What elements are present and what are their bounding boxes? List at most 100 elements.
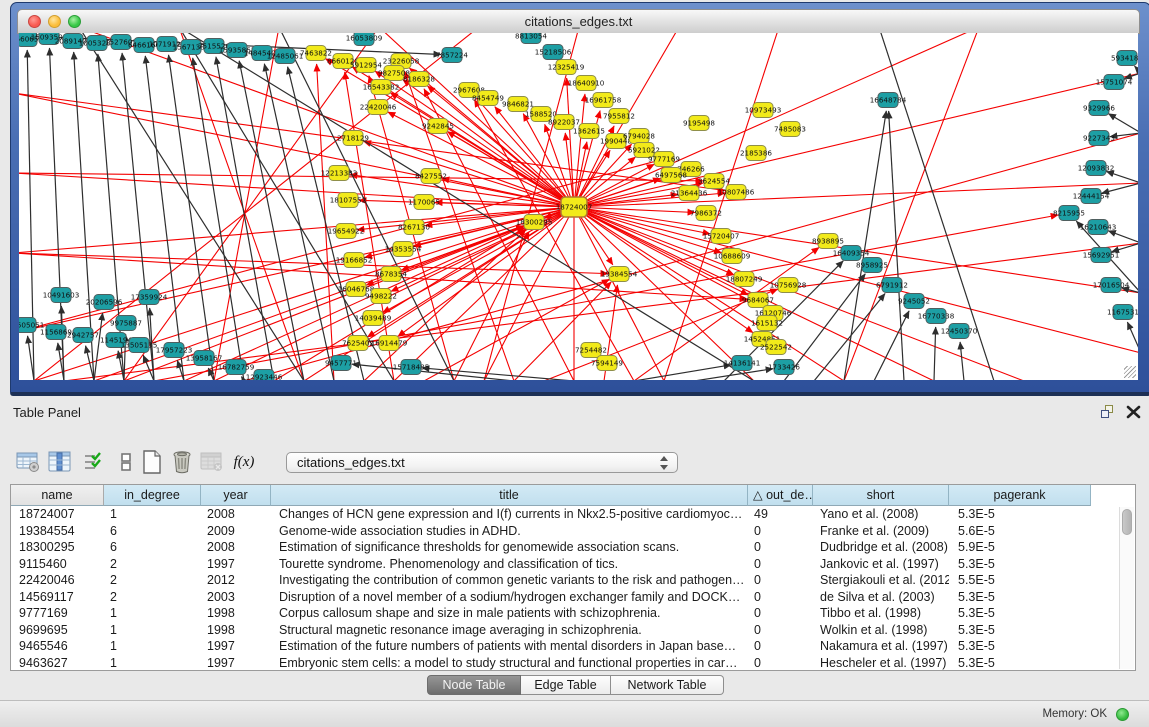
graph-node[interactable]: 8938895 [812, 234, 844, 249]
graph-node[interactable]: 22420046 [360, 100, 397, 115]
table-row[interactable]: 946554611997Estimation of the future num… [11, 638, 1091, 655]
graph-node[interactable]: 2718129 [337, 131, 369, 146]
graph-node[interactable]: 16770338 [918, 309, 955, 324]
delete-columns-trash-icon[interactable] [168, 448, 196, 476]
graph-node[interactable]: 10491603 [43, 288, 80, 303]
float-panel-icon[interactable] [1101, 405, 1115, 419]
resize-grip-icon[interactable] [1124, 366, 1136, 378]
graph-node[interactable]: 21364436 [671, 186, 708, 201]
graph-node[interactable]: 18640910 [568, 76, 605, 91]
table-row[interactable]: 977716911998Corpus callosum shape and si… [11, 605, 1091, 622]
row-height-icon[interactable] [112, 448, 140, 476]
graph-node[interactable]: 8813054 [515, 33, 547, 44]
column-header-year[interactable]: year [201, 485, 271, 506]
network-canvas[interactable]: 1872400774638228660128591295423226058982… [19, 33, 1138, 380]
graph-node[interactable]: 7485083 [774, 122, 806, 137]
graph-node[interactable]: 9498222 [365, 289, 397, 304]
table-row[interactable]: 946362711997Embryonic stem cells: a mode… [11, 655, 1091, 672]
table-row[interactable]: 1938455462009Genome-wide association stu… [11, 523, 1091, 540]
window-titlebar[interactable]: citations_edges.txt [17, 9, 1140, 34]
graph-node[interactable]: 12450370 [941, 324, 978, 339]
graph-node[interactable]: 19384554 [601, 267, 638, 282]
graph-node[interactable]: 9975887 [110, 316, 142, 331]
column-header-short[interactable]: short [813, 485, 949, 506]
graph-node[interactable]: 6791912 [876, 278, 908, 293]
column-header-pagerank[interactable]: pagerank [949, 485, 1091, 506]
select-columns-icon[interactable] [46, 448, 74, 476]
graph-node[interactable]: 16961758 [585, 93, 622, 108]
close-panel-icon[interactable] [1126, 404, 1141, 420]
graph-node[interactable]: 9227343 [1083, 131, 1115, 146]
table-row[interactable]: 969969511998Structural magnetic resonanc… [11, 622, 1091, 639]
graph-node[interactable]: 9242845 [422, 119, 454, 134]
graph-node[interactable]: 9329966 [1083, 101, 1115, 116]
graph-node[interactable]: 10688609 [714, 249, 751, 264]
graph-node[interactable]: 14136141 [724, 356, 761, 371]
graph-node[interactable]: 12325419 [548, 60, 585, 75]
graph-node[interactable]: 17359924 [131, 290, 168, 305]
table-row[interactable]: 2242004622012Investigating the contribut… [11, 572, 1091, 589]
graph-node[interactable]: 15218506 [535, 45, 572, 60]
graph-node[interactable]: 18807249 [726, 272, 763, 287]
graph-node[interactable]: 14353554 [385, 242, 422, 257]
svg-text:16210643: 16210643 [1080, 222, 1117, 231]
graph-node[interactable]: 2942757 [67, 328, 99, 343]
graph-node[interactable]: 2522542 [760, 340, 792, 355]
graph-node[interactable]: 20206596 [86, 295, 123, 310]
scrollbar-thumb[interactable] [1122, 509, 1132, 535]
graph-node[interactable]: 9245052 [898, 294, 930, 309]
column-header-title[interactable]: title [271, 485, 748, 506]
graph-node[interactable]: 1167531 [1107, 305, 1138, 320]
column-checklist-icon[interactable] [80, 448, 108, 476]
graph-node[interactable]: 1733426 [768, 360, 800, 375]
function-builder-icon[interactable]: f(x) [230, 448, 258, 476]
table-row[interactable]: 1872400712008Changes of HCN gene express… [11, 506, 1091, 523]
graph-node[interactable]: 7857224 [436, 48, 468, 63]
table-settings-icon[interactable] [14, 448, 42, 476]
table-row[interactable]: 1456911722003Disruption of a novel membe… [11, 589, 1091, 606]
column-header-in_degree[interactable]: in_degree [104, 485, 201, 506]
graph-node[interactable]: 7625402 [342, 336, 374, 351]
graph-node[interactable]: 16543382 [363, 80, 400, 95]
graph-node[interactable]: 8267130 [398, 220, 430, 235]
citation-graph[interactable]: 1872400774638228660128591295423226058982… [19, 33, 1138, 380]
graph-node[interactable]: 5934188 [1111, 51, 1138, 66]
graph-node[interactable]: 16648784 [870, 93, 907, 108]
graph-node[interactable]: 9195498 [683, 116, 715, 131]
column-header-out_de[interactable]: △ out_de… [748, 485, 813, 506]
graph-node[interactable]: 12444154 [1073, 189, 1110, 204]
graph-node[interactable]: 8678354 [375, 267, 407, 282]
table-row[interactable]: 911546021997Tourette syndrome. Phenomeno… [11, 556, 1091, 573]
table-scrollbar[interactable] [1119, 507, 1134, 669]
graph-node[interactable]: 16053809 [346, 33, 383, 46]
graph-node[interactable]: 1615132 [751, 316, 783, 331]
graph-node[interactable]: 8427552 [415, 169, 447, 184]
new-table-icon[interactable] [138, 448, 166, 476]
graph-node[interactable]: 9777169 [648, 152, 680, 167]
graph-node[interactable]: 12213383 [321, 166, 358, 181]
tab-network-table[interactable]: Network Table [611, 675, 724, 695]
table-select-dropdown[interactable]: citations_edges.txt [286, 452, 678, 473]
graph-node[interactable]: 14039489 [355, 311, 392, 326]
graph-node[interactable]: 8215955 [1053, 206, 1085, 221]
graph-node[interactable]: 2185386 [740, 146, 772, 161]
graph-node[interactable]: 15692951 [1083, 248, 1120, 263]
graph-node[interactable]: 19654922 [328, 224, 365, 239]
tab-node-table[interactable]: Node Table [427, 675, 521, 695]
column-header-name[interactable]: name [11, 485, 104, 506]
tab-edge-table[interactable]: Edge Table [521, 675, 611, 695]
graph-node[interactable]: 7955812 [603, 109, 635, 124]
graph-node[interactable]: 18724007 [556, 197, 593, 217]
delete-table-icon[interactable] [198, 448, 226, 476]
memory-status-indicator[interactable] [1116, 708, 1129, 721]
graph-node[interactable]: 12093832 [1078, 161, 1115, 176]
graph-node[interactable]: 16914479 [371, 336, 408, 351]
graph-node[interactable]: 15751074 [1096, 75, 1133, 90]
graph-node[interactable]: 18107552 [330, 193, 367, 208]
graph-node[interactable]: 3624554 [698, 174, 730, 189]
graph-node[interactable]: 1170065 [408, 195, 440, 210]
graph-node[interactable]: 9457771 [325, 356, 357, 371]
graph-node[interactable]: 7594149 [591, 356, 623, 371]
graph-node[interactable]: 15718485 [393, 360, 430, 375]
table-row[interactable]: 1830029562008Estimation of significance … [11, 539, 1091, 556]
